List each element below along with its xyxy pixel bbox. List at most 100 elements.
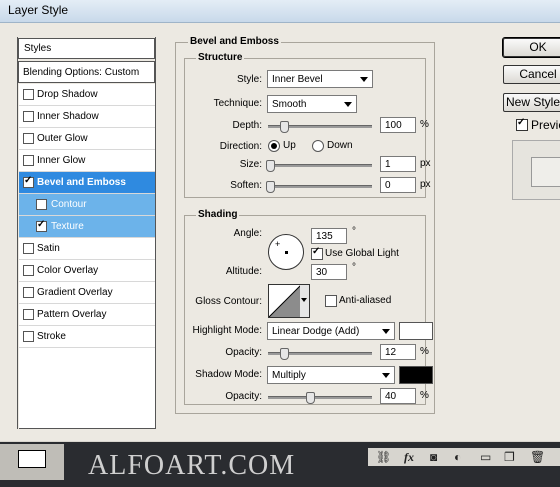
chevron-down-icon bbox=[344, 102, 352, 107]
chevron-down-icon bbox=[382, 329, 390, 334]
checkbox[interactable] bbox=[23, 175, 34, 188]
preview-label: Preview bbox=[531, 118, 560, 132]
preview-checkbox[interactable] bbox=[516, 117, 528, 131]
checkbox[interactable] bbox=[23, 155, 34, 166]
ok-button[interactable]: OK bbox=[502, 37, 560, 58]
angle-input[interactable]: 135 bbox=[311, 228, 347, 244]
depth-label: Depth: bbox=[232, 120, 262, 131]
bevel-title: Bevel and Emboss bbox=[188, 36, 281, 47]
gloss-contour-picker[interactable] bbox=[268, 284, 302, 318]
angle-label: Angle: bbox=[233, 228, 262, 239]
crosshair-icon: + bbox=[275, 239, 281, 249]
direction-down-label: Down bbox=[327, 140, 353, 151]
style-label: Style: bbox=[236, 74, 262, 85]
size-input[interactable]: 1 bbox=[380, 156, 416, 172]
fx-icon[interactable]: fx bbox=[404, 450, 414, 465]
altitude-input[interactable]: 30 bbox=[311, 264, 347, 280]
style-item-drop-shadow[interactable]: Drop Shadow bbox=[19, 84, 155, 106]
folder-icon[interactable]: ▭ bbox=[480, 450, 491, 464]
global-light-checkbox[interactable] bbox=[311, 246, 323, 260]
style-item-inner-shadow[interactable]: Inner Shadow bbox=[19, 106, 155, 128]
new-layer-icon[interactable]: ❐ bbox=[504, 450, 515, 464]
slider-thumb[interactable] bbox=[280, 121, 289, 133]
direction-up-radio[interactable] bbox=[268, 140, 280, 152]
size-unit: px bbox=[420, 158, 431, 169]
checkbox[interactable] bbox=[23, 331, 34, 342]
style-select[interactable]: Inner Bevel bbox=[267, 70, 373, 88]
depth-input[interactable]: 100 bbox=[380, 117, 416, 133]
shadow-mode-select[interactable]: Multiply bbox=[267, 366, 395, 384]
checkbox[interactable] bbox=[23, 133, 34, 144]
checkbox[interactable] bbox=[23, 287, 34, 298]
slider-thumb[interactable] bbox=[306, 392, 315, 404]
trash-icon[interactable]: 🗑 bbox=[530, 450, 545, 464]
highlight-opacity-slider[interactable] bbox=[268, 348, 372, 360]
style-item-texture[interactable]: Texture bbox=[19, 216, 155, 238]
soften-input[interactable]: 0 bbox=[380, 177, 416, 193]
technique-label: Technique: bbox=[213, 98, 262, 109]
angle-dial[interactable]: + bbox=[268, 234, 304, 270]
mask-icon[interactable]: ◙ bbox=[430, 450, 437, 464]
depth-unit: % bbox=[420, 119, 429, 130]
cancel-button[interactable]: Cancel bbox=[503, 65, 560, 84]
shading-title: Shading bbox=[196, 209, 240, 220]
checkbox[interactable] bbox=[23, 309, 34, 320]
list-border-left bbox=[17, 37, 18, 429]
style-item-gradient-overlay[interactable]: Gradient Overlay bbox=[19, 282, 155, 304]
style-item-pattern-overlay[interactable]: Pattern Overlay bbox=[19, 304, 155, 326]
direction-label: Direction: bbox=[219, 141, 262, 152]
shadow-opacity-input[interactable]: 40 bbox=[380, 388, 416, 404]
depth-slider[interactable] bbox=[268, 121, 372, 133]
style-item-outer-glow[interactable]: Outer Glow bbox=[19, 128, 155, 150]
soften-unit: px bbox=[420, 179, 431, 190]
checkbox[interactable] bbox=[36, 219, 47, 232]
direction-down-radio[interactable] bbox=[312, 140, 324, 152]
soften-label: Soften: bbox=[230, 180, 262, 191]
checkbox[interactable] bbox=[36, 199, 47, 210]
link-icon[interactable]: ⛓ bbox=[376, 450, 391, 464]
style-item-bevel-emboss[interactable]: Bevel and Emboss bbox=[19, 172, 155, 194]
styles-header[interactable]: Styles bbox=[18, 38, 155, 59]
style-item-satin[interactable]: Satin bbox=[19, 238, 155, 260]
layer-thumb-inner bbox=[18, 450, 46, 468]
global-light-label: Use Global Light bbox=[325, 248, 399, 259]
slider-thumb[interactable] bbox=[266, 181, 275, 193]
shadow-opacity-slider[interactable] bbox=[268, 392, 372, 404]
slider-thumb[interactable] bbox=[266, 160, 275, 172]
new-style-button[interactable]: New Style... bbox=[503, 93, 560, 112]
shadow-color-swatch[interactable] bbox=[399, 366, 433, 384]
altitude-unit: ° bbox=[352, 262, 356, 273]
anti-aliased-label: Anti-aliased bbox=[339, 295, 392, 306]
chevron-down-icon bbox=[360, 77, 368, 82]
checkbox[interactable] bbox=[23, 89, 34, 100]
highlight-color-swatch[interactable] bbox=[399, 322, 433, 340]
anti-aliased-checkbox[interactable] bbox=[325, 295, 337, 307]
soften-slider[interactable] bbox=[266, 181, 372, 193]
highlight-mode-label: Highlight Mode: bbox=[192, 325, 262, 336]
checkbox[interactable] bbox=[23, 111, 34, 122]
chevron-down-icon bbox=[382, 373, 390, 378]
layers-icon-strip: ⛓ fx ◙ ◐ ▭ ❐ 🗑 bbox=[368, 448, 560, 466]
contour-curve bbox=[269, 285, 301, 317]
highlight-mode-select[interactable]: Linear Dodge (Add) bbox=[267, 322, 395, 340]
highlight-opacity-input[interactable]: 12 bbox=[380, 344, 416, 360]
size-slider[interactable] bbox=[266, 160, 372, 172]
altitude-label: Altitude: bbox=[225, 266, 262, 277]
watermark: ALFOART.COM bbox=[88, 450, 296, 481]
structure-title: Structure bbox=[196, 52, 245, 63]
style-item-contour[interactable]: Contour bbox=[19, 194, 155, 216]
gloss-contour-dropdown[interactable] bbox=[300, 284, 310, 318]
blending-options-item[interactable]: Blending Options: Custom bbox=[18, 61, 155, 83]
layer-thumbnail[interactable] bbox=[0, 444, 64, 480]
adjustment-icon[interactable]: ◐ bbox=[454, 450, 461, 464]
technique-select[interactable]: Smooth bbox=[267, 95, 357, 113]
window-title: Layer Style bbox=[8, 3, 69, 17]
checkbox[interactable] bbox=[23, 243, 34, 254]
chevron-down-icon bbox=[301, 298, 307, 302]
style-item-inner-glow[interactable]: Inner Glow bbox=[19, 150, 155, 172]
style-item-color-overlay[interactable]: Color Overlay bbox=[19, 260, 155, 282]
preview-swatch bbox=[512, 140, 560, 200]
slider-thumb[interactable] bbox=[280, 348, 289, 360]
checkbox[interactable] bbox=[23, 265, 34, 276]
style-item-stroke[interactable]: Stroke bbox=[19, 326, 155, 348]
